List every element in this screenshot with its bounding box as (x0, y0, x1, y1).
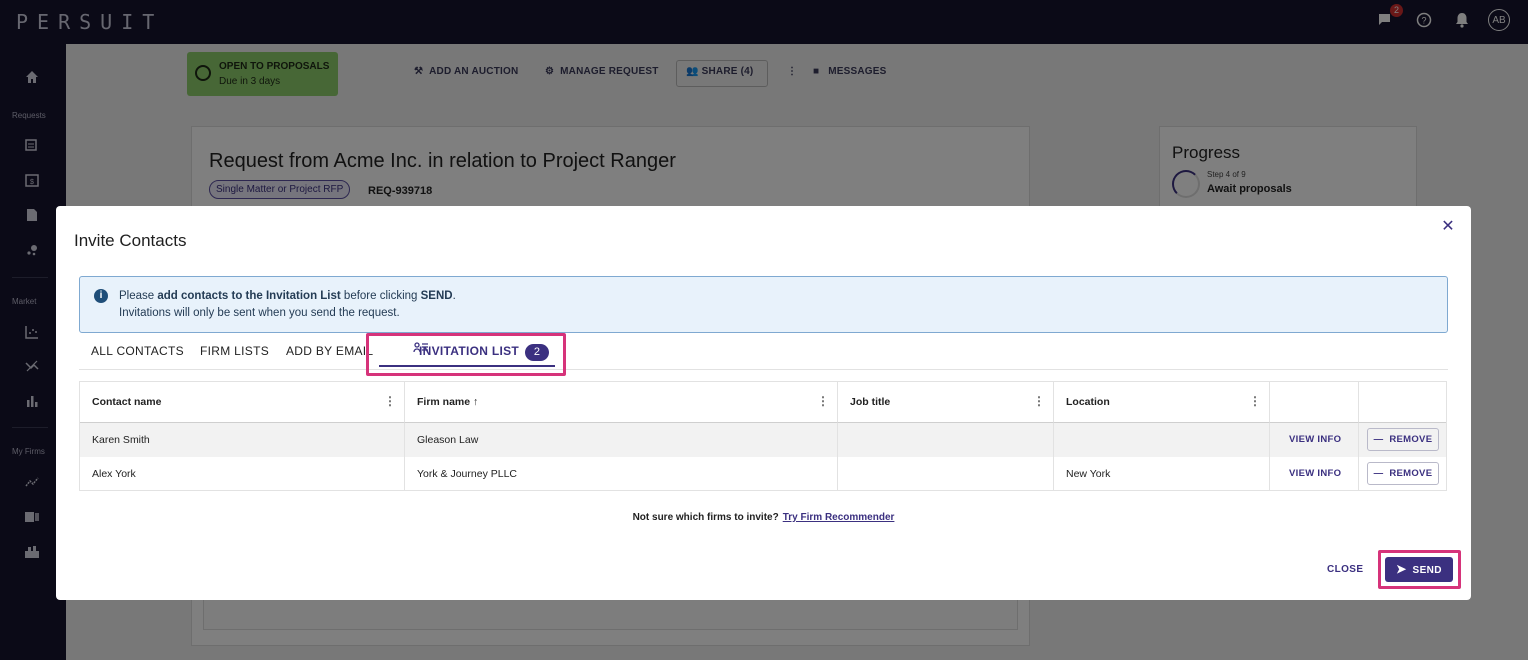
view-info-button[interactable]: VIEW INFO (1289, 434, 1341, 445)
tab-bar: ALL CONTACTS FIRM LISTS ADD BY EMAIL INV… (79, 332, 1448, 370)
remove-button[interactable]: — REMOVE (1367, 428, 1439, 451)
close-button[interactable]: CLOSE (1327, 564, 1363, 575)
view-info-button[interactable]: VIEW INFO (1289, 468, 1341, 479)
column-menu-icon[interactable]: ⋮ (384, 394, 396, 408)
send-button-highlight (1378, 550, 1461, 589)
minus-icon: — (1373, 434, 1384, 445)
dialog-title: Invite Contacts (74, 231, 187, 250)
info-line-1: Please add contacts to the Invitation Li… (119, 290, 456, 302)
tab-all-contacts[interactable]: ALL CONTACTS (91, 344, 184, 358)
invitation-table: Contact name ⋮ Firm name ↑ ⋮ Job title ⋮ Lo… (79, 381, 1447, 491)
location-cell (1054, 423, 1270, 457)
sort-ascending-icon[interactable]: ↑ (473, 396, 478, 408)
info-line-2: Invitations will only be sent when you s… (119, 307, 400, 319)
column-menu-icon[interactable]: ⋮ (1033, 394, 1045, 408)
tab-add-by-email[interactable]: ADD BY EMAIL (286, 344, 373, 358)
table-row: Karen Smith Gleason Law VIEW INFO — REMO… (80, 423, 1446, 457)
column-menu-icon[interactable]: ⋮ (1249, 394, 1261, 408)
column-header-location[interactable]: Location ⋮ (1054, 382, 1270, 423)
location-cell: New York (1054, 457, 1270, 491)
column-header-view (1270, 382, 1359, 423)
recommender-text: Not sure which firms to invite? (632, 512, 779, 523)
firm-recommender-link[interactable]: Try Firm Recommender (783, 512, 895, 523)
column-header-firm-name[interactable]: Firm name ↑ ⋮ (405, 382, 838, 423)
table-row: Alex York York & Journey PLLC New York V… (80, 457, 1446, 491)
tab-firm-lists[interactable]: FIRM LISTS (200, 344, 269, 358)
job-title-cell (838, 423, 1054, 457)
column-menu-icon[interactable]: ⋮ (817, 394, 829, 408)
invite-contacts-dialog: Invite Contacts ✕ i Please add contacts … (56, 206, 1471, 600)
firm-name-cell: Gleason Law (405, 423, 838, 457)
recommender-prompt: Not sure which firms to invite? Try Firm … (56, 512, 1471, 523)
column-header-remove (1359, 382, 1446, 423)
info-banner: i Please add contacts to the Invitation … (79, 276, 1448, 333)
minus-icon: — (1373, 468, 1384, 479)
firm-name-cell: York & Journey PLLC (405, 457, 838, 491)
contact-name-cell: Alex York (80, 457, 405, 491)
info-icon: i (94, 289, 108, 303)
invitation-tab-highlight (366, 333, 566, 376)
close-icon[interactable]: ✕ (1439, 218, 1457, 236)
column-header-contact-name[interactable]: Contact name ⋮ (80, 382, 405, 423)
remove-button[interactable]: — REMOVE (1367, 462, 1439, 485)
job-title-cell (838, 457, 1054, 491)
contact-name-cell: Karen Smith (80, 423, 405, 457)
column-header-job-title[interactable]: Job title ⋮ (838, 382, 1054, 423)
